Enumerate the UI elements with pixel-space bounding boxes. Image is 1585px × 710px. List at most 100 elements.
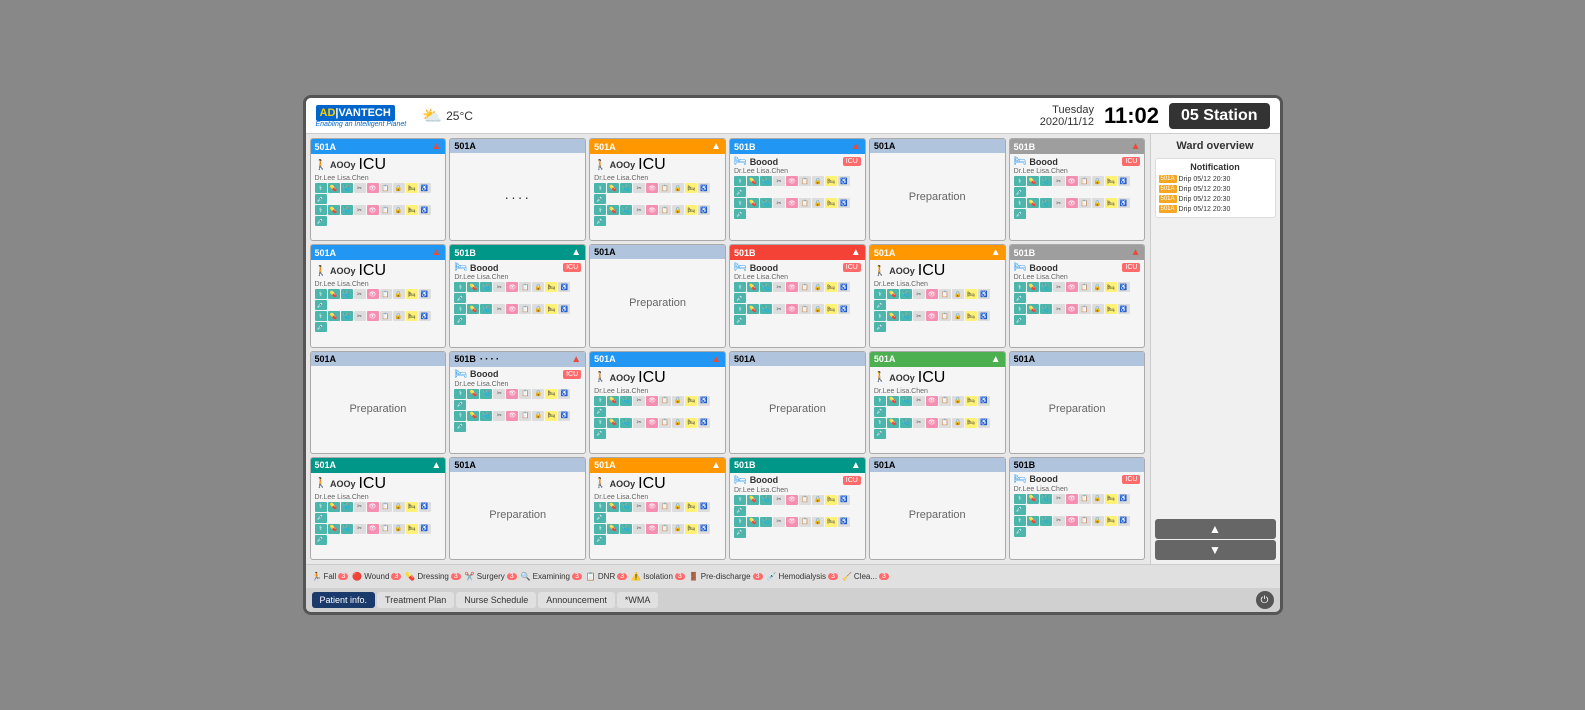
patient-name: Boood [470,369,499,379]
care-icon: 💉 [454,293,466,303]
alert-tag[interactable]: 🏃 Fall 3 [312,568,349,585]
care-icon: 💉 [594,429,606,439]
logo: AD|VANTECH [316,103,407,121]
care-icon: ♿ [419,183,431,193]
patient-card[interactable]: 501A▲🚶AOOyICUDr.Lee Lisa.Chen⚕💊🩺✂👁📋🔒🛏♿💉⚕… [589,138,726,241]
patient-card[interactable]: 501A···· [449,138,586,241]
care-icon: 🩺 [900,396,912,406]
care-icon: ♿ [558,304,570,314]
alert-triangle-icon: ▲ [1131,247,1141,258]
alert-label: Wound [364,572,389,581]
patient-name: Boood [750,157,779,167]
patient-card[interactable]: 501B▲🛏BooodICUDr.Lee Lisa.Chen⚕💊🩺✂👁📋🔒🛏♿💉… [729,457,866,560]
icu-badge: ICU [638,369,666,387]
tab-nurse-schedule[interactable]: Nurse Schedule [456,592,536,608]
bed-icon: 🛏 [1014,156,1027,167]
date-line1: Tuesday [1040,104,1094,116]
care-icon: ⚕ [454,389,466,399]
scroll-down-button[interactable]: ▼ [1155,540,1276,560]
card-body: Preparation [590,259,725,346]
patient-card[interactable]: 501A▲🚶AOOyICUDr.Lee Lisa.Chen⚕💊🩺✂👁📋🔒🛏♿💉⚕… [589,457,726,560]
patient-name: AOOy [889,266,915,276]
alert-tag[interactable]: 📋 DNR 3 [586,568,627,585]
care-icon: 🩺 [620,205,632,215]
care-icon: 🔒 [1092,494,1104,504]
care-icon: ✂ [633,396,645,406]
patient-card[interactable]: 501A▲🚶AOOyICUDr.Lee Lisa.Chen⚕💊🩺✂👁📋🔒🛏♿💉⚕… [310,138,447,241]
tab-patient-info.[interactable]: Patient info. [312,592,376,608]
tab-announcement[interactable]: Announcement [538,592,615,608]
patient-card[interactable]: 501APreparation [589,244,726,347]
alert-tag[interactable]: 🧹 Clea... 3 [842,568,889,585]
patient-card[interactable]: 501APreparation [310,351,447,454]
tab-wma[interactable]: *WMA [617,592,659,608]
care-icon: 🔒 [393,289,405,299]
patient-name: AOOy [330,160,356,170]
care-icon: 🩺 [341,289,353,299]
patient-card[interactable]: 501APreparation [869,138,1006,241]
care-icon: 💉 [315,300,327,310]
care-icon: 💊 [607,502,619,512]
care-icon: 💊 [747,495,759,505]
patient-card[interactable]: 501APreparation [869,457,1006,560]
care-icon: ♿ [1118,198,1130,208]
care-icon: 💊 [467,389,479,399]
patient-card[interactable]: 501B▲🛏BooodICUDr.Lee Lisa.Chen⚕💊🩺✂👁📋🔒🛏♿💉… [1009,244,1146,347]
care-icon: 🔒 [393,524,405,534]
card-body: Preparation [870,153,1005,240]
care-icon: ✂ [773,495,785,505]
patient-card[interactable]: 501B▲🛏BooodICUDr.Lee Lisa.Chen⚕💊🩺✂👁📋🔒🛏♿💉… [449,244,586,347]
care-icon: 👁 [786,198,798,208]
card-header: 501B▲ [1010,245,1145,260]
alert-tag[interactable]: ⚠️ Isolation 3 [631,568,685,585]
care-icon: 🛏 [545,389,557,399]
alert-tag[interactable]: 🚪 Pre-discharge 3 [689,568,763,585]
care-icon: 💉 [734,293,746,303]
datetime-display: Tuesday 2020/11/12 [1040,104,1094,128]
care-icon: 🩺 [760,495,772,505]
alert-tag[interactable]: 💉 Hemodialysis 3 [767,568,838,585]
card-header: 501B ····▲ [450,352,585,367]
notification-title: Notification [1159,162,1272,172]
care-icon: 👁 [506,411,518,421]
alert-tag[interactable]: 🔴 Wound 3 [352,568,401,585]
care-icon: 🔒 [393,311,405,321]
sidebar: Ward overview Notification 501A Drip 05/… [1150,134,1280,564]
patient-card[interactable]: 501APreparation [449,457,586,560]
scroll-up-button[interactable]: ▲ [1155,519,1276,539]
care-icon: 💉 [315,216,327,226]
care-icon: 🩺 [341,183,353,193]
care-icon: 🩺 [1040,198,1052,208]
alert-label: Examining [533,572,570,581]
care-icon: 👁 [1066,494,1078,504]
care-icon: 🛏 [825,176,837,186]
power-button[interactable]: ⏻ [1256,591,1274,609]
alert-tag[interactable]: ✂️ Surgery 3 [465,568,517,585]
care-icon: 👁 [926,418,938,428]
patient-card[interactable]: 501A▲🚶AOOyICUDr.Lee Lisa.Chen⚕💊🩺✂👁📋🔒🛏♿💉⚕… [869,351,1006,454]
care-icon: 👁 [646,502,658,512]
icu-badge: ICU [843,263,861,272]
patient-card[interactable]: 501B▲🛏BooodICUDr.Lee Lisa.Chen⚕💊🩺✂👁📋🔒🛏♿💉… [1009,138,1146,241]
patient-card[interactable]: 501A▲🚶AOOyICUDr.Lee Lisa.Chen⚕💊🩺✂👁📋🔒🛏♿💉⚕… [589,351,726,454]
care-icon: 🔒 [393,183,405,193]
care-icon: 🛏 [1105,198,1117,208]
care-icon: 💉 [1014,293,1026,303]
patient-card[interactable]: 501B▲🛏BooodICUDr.Lee Lisa.Chen⚕💊🩺✂👁📋🔒🛏♿💉… [729,138,866,241]
patient-card[interactable]: 501APreparation [729,351,866,454]
patient-card[interactable]: 501B ····▲🛏BooodICUDr.Lee Lisa.Chen⚕💊🩺✂👁… [449,351,586,454]
patient-card[interactable]: 501B▲🛏BooodICUDr.Lee Lisa.Chen⚕💊🩺✂👁📋🔒🛏♿💉… [729,244,866,347]
patient-card[interactable]: 501A▲🚶AOOyICUDr.Lee Lisa.Chen⚕💊🩺✂👁📋🔒🛏♿💉⚕… [869,244,1006,347]
care-icon: ✂ [1053,176,1065,186]
care-icon: 🩺 [760,517,772,527]
patient-card[interactable]: 501APreparation [1009,351,1146,454]
patient-card[interactable]: 501B🛏BooodICUDr.Lee Lisa.Chen⚕💊🩺✂👁📋🔒🛏♿💉⚕… [1009,457,1146,560]
alert-tag[interactable]: 🔍 Examining 3 [521,568,582,585]
card-body: 🛏BooodICUDr.Lee Lisa.Chen⚕💊🩺✂👁📋🔒🛏♿💉⚕💊🩺✂👁… [450,260,585,346]
care-icon: ⚕ [454,411,466,421]
alert-count: 3 [338,573,348,580]
alert-tag[interactable]: 💊 Dressing 3 [405,568,460,585]
patient-card[interactable]: 501A▲🚶AOOyICUDr.Lee Lisa.Chen⚕💊🩺✂👁📋🔒🛏♿💉⚕… [310,244,447,347]
tab-treatment-plan[interactable]: Treatment Plan [377,592,454,608]
patient-card[interactable]: 501A▲🚶AOOyICUDr.Lee Lisa.Chen⚕💊🩺✂👁📋🔒🛏♿💉⚕… [310,457,447,560]
